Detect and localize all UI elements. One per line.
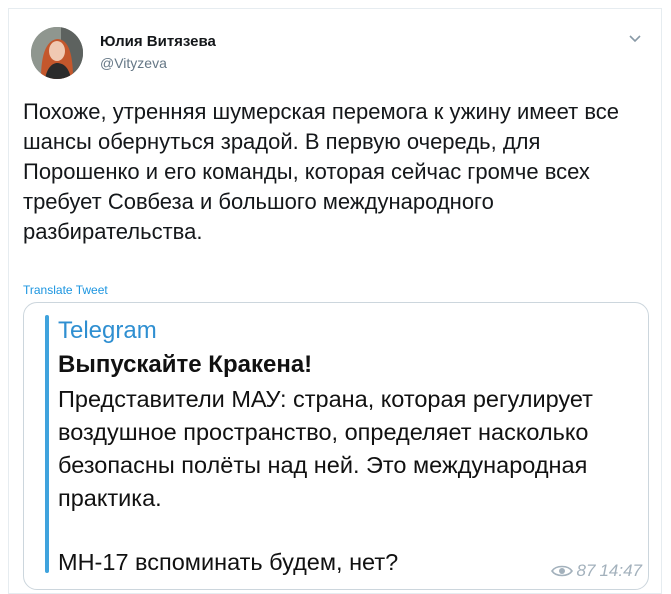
tweet-text: Похоже, утренняя шумерская перемога к уж… bbox=[23, 99, 620, 244]
author-handle[interactable]: @Vityzeva bbox=[100, 55, 167, 71]
quote-meta: 87 14:47 bbox=[550, 561, 642, 581]
post-time: 14:47 bbox=[599, 561, 642, 580]
quote-source: Telegram bbox=[58, 317, 157, 344]
translate-tweet-link[interactable]: Translate Tweet bbox=[23, 283, 108, 297]
view-count: 87 bbox=[576, 561, 596, 580]
avatar[interactable] bbox=[31, 27, 83, 79]
tweet-card: Юлия Витязева @Vityzeva Похоже, утренняя… bbox=[8, 8, 662, 594]
eye-icon bbox=[550, 564, 573, 578]
quoted-image[interactable]: Telegram Выпускайте Кракена! Представите… bbox=[23, 302, 649, 590]
quote-title: Выпускайте Кракена! bbox=[58, 351, 313, 378]
chevron-down-icon[interactable] bbox=[625, 29, 645, 49]
avatar-photo bbox=[31, 27, 83, 79]
quote-accent-bar bbox=[45, 315, 49, 573]
quote-question: МН-17 вспоминать будем, нет? bbox=[58, 549, 399, 575]
author-name[interactable]: Юлия Витязева bbox=[100, 33, 216, 50]
quote-body: Представители МАУ: страна, которая регул… bbox=[58, 386, 593, 511]
